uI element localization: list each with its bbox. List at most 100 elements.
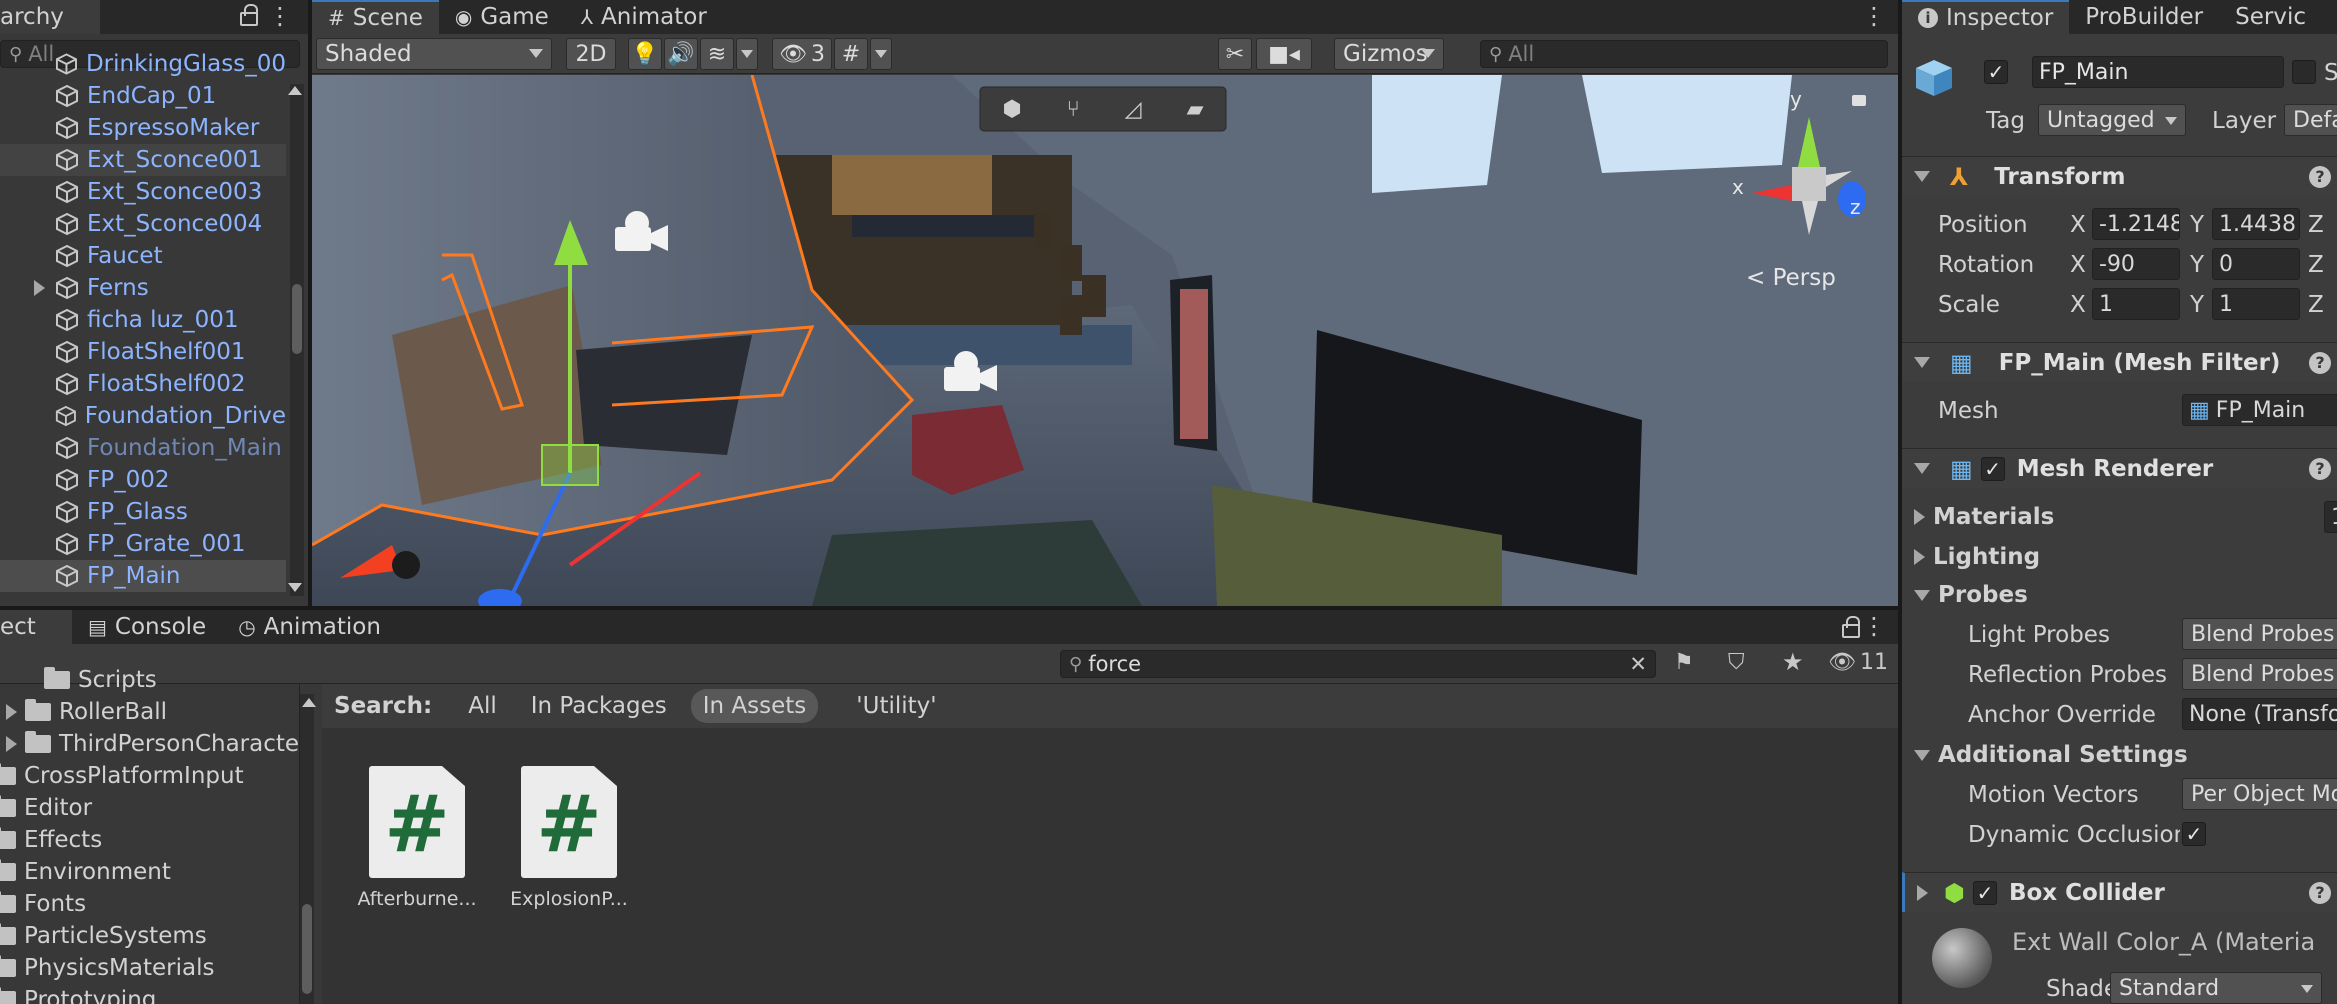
tab-inspector[interactable]: i Inspector (1902, 0, 2070, 34)
help-icon[interactable]: ? (2309, 881, 2331, 904)
clear-search-icon[interactable]: ✕ (1629, 652, 1647, 676)
tab-animator[interactable]: ⅄ Animator (565, 0, 723, 34)
tools-button[interactable]: ✂ (1218, 38, 1252, 70)
folder-item[interactable]: Effects (0, 824, 102, 856)
position-x-field[interactable]: -1.2148 (2092, 208, 2180, 240)
mesh-renderer-enabled-checkbox[interactable]: ✓ (1980, 456, 2005, 481)
face-tool-icon[interactable]: ▰ (1187, 97, 1204, 122)
hierarchy-item[interactable]: Ext_Sconce004 (0, 208, 286, 240)
hierarchy-scrollbar[interactable] (290, 84, 304, 596)
hierarchy-item[interactable]: EndCap_01 (0, 80, 286, 112)
foldout-arrow-icon[interactable] (34, 280, 45, 296)
tab-game[interactable]: ◉ Game (439, 0, 565, 34)
foldout-arrow-icon[interactable] (6, 736, 17, 752)
tab-services[interactable]: Servic (2219, 0, 2322, 34)
kebab-menu-icon[interactable]: ⋮ (1862, 2, 1886, 30)
materials-foldout[interactable]: Materials (1902, 498, 2337, 536)
static-checkbox[interactable] (2292, 60, 2316, 84)
hierarchy-item[interactable]: Ext_Sconce001 (0, 144, 286, 176)
viewport-lock-icon[interactable] (1852, 95, 1866, 106)
lock-icon[interactable] (1842, 616, 1860, 638)
2d-toggle-button[interactable]: 2D (566, 38, 616, 70)
scope-utility[interactable]: 'Utility' (846, 689, 946, 723)
anchor-override-field[interactable]: None (Transfo (2182, 698, 2337, 730)
scope-in-packages[interactable]: In Packages (521, 689, 677, 723)
effects-toggle-button[interactable]: ≋ (700, 38, 734, 70)
lock-icon[interactable] (240, 4, 258, 26)
tab-animation[interactable]: ◷ Animation (222, 610, 397, 644)
rotation-y-field[interactable]: 0 (2212, 248, 2300, 280)
hierarchy-item[interactable]: FP_Main (0, 560, 286, 592)
scrollbar-thumb[interactable] (302, 904, 312, 994)
lighting-toggle-button[interactable]: 💡 (628, 38, 662, 70)
mesh-field[interactable]: ▦ FP_Main (2182, 394, 2337, 426)
hierarchy-item[interactable]: Foundation_Drive (0, 400, 286, 432)
scene-visibility-button[interactable]: 👁 3 (772, 38, 832, 70)
script-asset[interactable]: # Afterburne... (352, 766, 482, 910)
box-collider-enabled-checkbox[interactable]: ✓ (1972, 880, 1997, 905)
hierarchy-item[interactable]: EspressoMaker (0, 112, 286, 144)
light-probes-dropdown[interactable]: Blend Probes (2182, 618, 2337, 650)
hierarchy-item[interactable]: Faucet (0, 240, 286, 272)
cube-tool-icon[interactable]: ⬢ (1002, 97, 1021, 122)
scroll-up-icon[interactable] (302, 698, 316, 707)
dynamic-occlusion-checkbox[interactable]: ✓ (2182, 822, 2206, 846)
folder-item[interactable]: Editor (0, 792, 92, 824)
tab-hierarchy[interactable]: archy (0, 0, 100, 34)
box-collider-header[interactable]: ⬢ ✓ Box Collider ? (1902, 872, 2337, 912)
materials-count-field[interactable]: 1 (2324, 501, 2337, 533)
hierarchy-item[interactable]: FP_Glass (0, 496, 286, 528)
hierarchy-item[interactable]: FP_002 (0, 464, 286, 496)
scope-in-assets[interactable]: In Assets (690, 689, 819, 723)
folder-item[interactable]: Environment (0, 856, 171, 888)
project-search-input[interactable]: ⚲ force ✕ (1060, 650, 1656, 678)
tag-dropdown[interactable]: Untagged (2038, 104, 2186, 136)
project-tree-scrollbar[interactable] (300, 694, 314, 1004)
rotation-x-field[interactable]: -90 (2092, 248, 2180, 280)
scroll-down-icon[interactable] (288, 583, 302, 592)
help-icon[interactable]: ? (2309, 351, 2331, 374)
gizmos-dropdown[interactable]: Gizmos (1334, 38, 1444, 70)
hierarchy-item[interactable]: FloatShelf001 (0, 336, 286, 368)
mesh-filter-header[interactable]: ▦ FP_Main (Mesh Filter) ? (1902, 342, 2337, 382)
hierarchy-item[interactable]: Foundation_Main (0, 432, 286, 464)
grid-dropdown-button[interactable] (870, 38, 892, 70)
scale-y-field[interactable]: 1 (2212, 288, 2300, 320)
scene-search-input[interactable]: ⚲ All (1480, 40, 1888, 68)
hierarchy-item[interactable]: ficha luz_001 (0, 304, 286, 336)
reflection-probes-dropdown[interactable]: Blend Probes (2182, 658, 2337, 690)
lighting-foldout[interactable]: Lighting (1902, 538, 2337, 576)
folder-item[interactable]: Scripts (44, 664, 157, 696)
effects-dropdown-button[interactable] (736, 38, 758, 70)
scene-viewport[interactable]: ⬢ ⑂ ◿ ▰ y x z < Persp (312, 75, 1898, 606)
folder-item[interactable]: Fonts (0, 888, 86, 920)
folder-item[interactable]: Prototyping (0, 984, 156, 1004)
additional-settings-foldout[interactable]: Additional Settings (1902, 736, 2337, 774)
tab-scene[interactable]: # Scene (312, 0, 439, 34)
help-icon[interactable]: ? (2309, 165, 2331, 188)
persp-label[interactable]: < Persp (1746, 265, 1836, 291)
draw-mode-dropdown[interactable]: Shaded (316, 38, 552, 70)
tab-probuilder[interactable]: ProBuilder (2069, 0, 2219, 34)
foldout-arrow-icon[interactable] (6, 704, 17, 720)
kebab-menu-icon[interactable]: ⋮ (268, 2, 292, 30)
grid-toggle-button[interactable]: # (834, 38, 868, 70)
scale-x-field[interactable]: 1 (2092, 288, 2180, 320)
help-icon[interactable]: ? (2309, 457, 2331, 480)
mesh-renderer-header[interactable]: ▦ ✓ Mesh Renderer ? (1902, 448, 2337, 488)
favorite-star-icon[interactable]: ★ (1782, 648, 1804, 676)
folder-item[interactable]: RollerBall (6, 696, 167, 728)
hierarchy-item[interactable]: FP_Grate_001 (0, 528, 286, 560)
probes-foldout[interactable]: Probes (1902, 576, 2337, 614)
hierarchy-item[interactable]: Ext_Sconce003 (0, 176, 286, 208)
active-checkbox[interactable]: ✓ (1984, 60, 2008, 84)
layer-dropdown[interactable]: Defa (2284, 104, 2337, 136)
scrollbar-thumb[interactable] (292, 284, 302, 354)
camera-settings-button[interactable]: ■◂ (1256, 38, 1312, 70)
shader-dropdown[interactable]: Standard (2110, 972, 2322, 1004)
filter-by-type-icon[interactable]: ⚑ (1674, 650, 1694, 675)
transform-header[interactable]: ⅄ Transform ? (1902, 156, 2337, 196)
folder-item[interactable]: CrossPlatformInput (0, 760, 244, 792)
folder-item[interactable]: PhysicsMaterials (0, 952, 214, 984)
hierarchy-item[interactable]: DrinkingGlass_00 (0, 48, 286, 80)
